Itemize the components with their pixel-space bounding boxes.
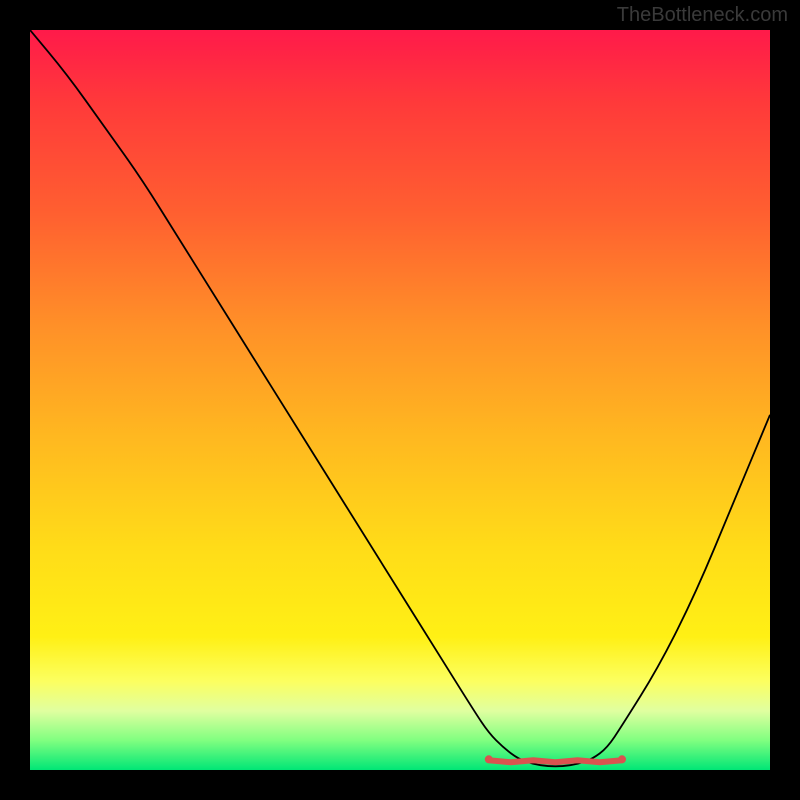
watermark-text: TheBottleneck.com bbox=[617, 4, 788, 27]
bottleneck-curve bbox=[30, 30, 770, 766]
valley-dot-left bbox=[485, 755, 493, 763]
valley-dot-right bbox=[618, 755, 626, 763]
curve-svg bbox=[30, 30, 770, 770]
plot-area bbox=[30, 30, 770, 770]
valley-marker bbox=[489, 760, 622, 762]
